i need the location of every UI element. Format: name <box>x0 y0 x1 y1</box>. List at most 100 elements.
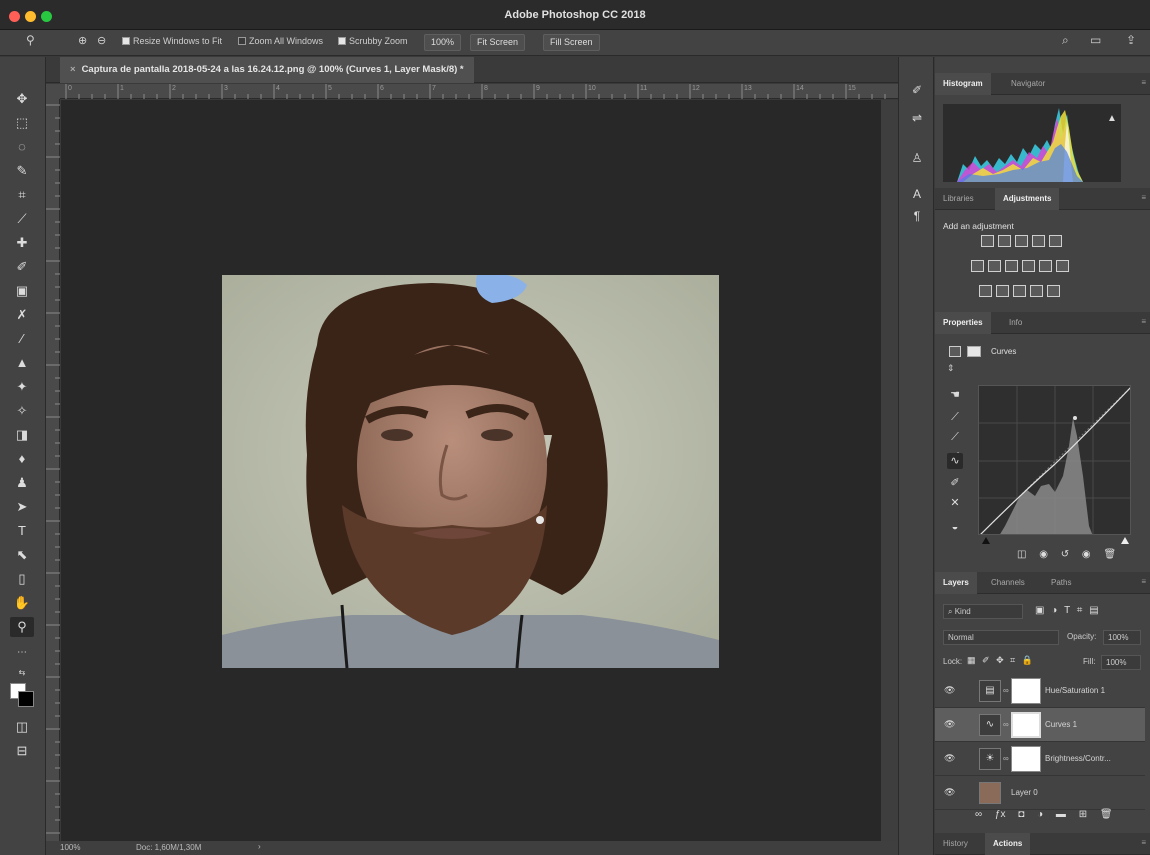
smart-object-filter-icon[interactable]: ▤ <box>1089 605 1098 616</box>
tab-adjustments[interactable]: Adjustments <box>995 188 1060 210</box>
fill-field[interactable]: 100% <box>1101 655 1141 670</box>
tab-paths[interactable]: Paths <box>1043 572 1079 594</box>
layer-style-icon[interactable]: ƒx <box>995 809 1006 820</box>
close-tab-icon[interactable]: × <box>70 64 76 75</box>
layer-mask-thumbnail[interactable] <box>1011 712 1041 738</box>
shape-filter-icon[interactable]: ⌗ <box>1077 605 1083 616</box>
curves-input-slider[interactable] <box>978 535 1133 545</box>
curves-adjustment-icon[interactable] <box>1015 235 1028 247</box>
chain-link-icon[interactable]: ∞ <box>1003 754 1009 763</box>
layer-kind-filter[interactable]: ⌕ Kind <box>943 604 1023 619</box>
resize-windows-checkbox[interactable]: Resize Windows to Fit <box>122 36 222 46</box>
vertical-ruler[interactable] <box>46 99 60 841</box>
eyedropper-tool-icon[interactable]: ⟋ <box>10 209 34 229</box>
marquee-tool-icon[interactable]: ⬚ <box>10 113 34 133</box>
tab-layers[interactable]: Layers <box>935 572 977 594</box>
visibility-eye-icon[interactable]: 👁 <box>944 753 955 764</box>
blur-tool-icon[interactable]: ✦ <box>10 377 34 397</box>
search-icon[interactable]: ⌕ <box>1062 33 1069 48</box>
color-balance-adjustment-icon[interactable] <box>988 260 1001 272</box>
type-filter-icon[interactable]: T <box>1064 605 1070 616</box>
document-canvas[interactable] <box>61 100 881 841</box>
lock-all-icon[interactable]: 🔒 <box>1022 655 1033 665</box>
document-tab[interactable]: × Captura de pantalla 2018-05-24 a las 16… <box>60 57 474 83</box>
visibility-icon[interactable]: ◉ <box>1082 549 1091 560</box>
brightness-contrast-adjustment-icon[interactable] <box>981 235 994 247</box>
lasso-tool-icon[interactable]: ◌ <box>10 137 34 157</box>
zoom-tool-icon[interactable]: ⚲ <box>10 617 34 637</box>
delete-layer-icon[interactable]: 🗑 <box>1100 809 1113 820</box>
selective-color-adjustment-icon[interactable] <box>1047 285 1060 297</box>
clipping-warning-icon[interactable]: ◒ <box>947 519 963 535</box>
target-adjust-icon[interactable]: ☚ <box>947 387 963 403</box>
swap-colors-icon[interactable]: ⇆ <box>10 663 34 683</box>
screen-mode-icon[interactable]: ⊟ <box>10 741 34 761</box>
layer-row-curves[interactable]: 👁 ∿ ∞ Curves 1 <box>935 708 1145 742</box>
history-panel-menu-icon[interactable]: ≡ <box>1141 838 1146 847</box>
hue-saturation-adjustment-icon[interactable] <box>971 260 984 272</box>
tab-histogram[interactable]: Histogram <box>935 73 991 95</box>
levels-adjustment-icon[interactable] <box>998 235 1011 247</box>
zoom-out-icon[interactable]: ⊖ <box>97 34 106 47</box>
add-mask-icon[interactable]: ◘ <box>1018 809 1024 820</box>
tab-actions[interactable]: Actions <box>985 833 1031 855</box>
new-group-icon[interactable]: ▬ <box>1056 809 1066 820</box>
link-layers-icon[interactable]: ∞ <box>975 809 982 820</box>
path-selection-tool-icon[interactable]: ➤ <box>10 497 34 517</box>
direct-selection-tool-icon[interactable]: ⬉ <box>10 545 34 565</box>
clip-to-layer-icon[interactable]: ◫ <box>1017 549 1026 560</box>
layer-row-hue-saturation[interactable]: 👁 ▤ ∞ Hue/Saturation 1 <box>935 674 1145 708</box>
lock-position-icon[interactable]: ✥ <box>996 655 1004 665</box>
threshold-adjustment-icon[interactable] <box>1013 285 1026 297</box>
gradient-map-adjustment-icon[interactable] <box>1030 285 1043 297</box>
brush-settings-icon[interactable]: ⇌ <box>908 109 926 127</box>
curves-graph[interactable] <box>978 385 1131 535</box>
zoom-level[interactable]: 100% <box>60 843 80 852</box>
lock-image-icon[interactable]: ✐ <box>982 655 990 665</box>
status-menu-icon[interactable]: › <box>258 842 261 851</box>
scrubby-zoom-checkbox[interactable]: Scrubby Zoom <box>338 36 408 46</box>
tab-properties[interactable]: Properties <box>935 312 991 334</box>
layers-panel-menu-icon[interactable]: ≡ <box>1141 577 1146 586</box>
horizontal-ruler[interactable]: 0 1 2 3 4 5 6 7 8 9 10 11 12 13 14 15 <box>60 84 898 99</box>
history-brush-tool-icon[interactable]: ✗ <box>10 305 34 325</box>
reset-icon[interactable]: ↺ <box>1061 549 1069 560</box>
smooth-curve-icon[interactable]: ✕ <box>947 495 963 511</box>
brush-tool-icon[interactable]: ✐ <box>10 257 34 277</box>
lock-artboard-icon[interactable]: ⌗ <box>1010 655 1015 665</box>
quick-mask-icon[interactable]: ◫ <box>10 717 34 737</box>
pen-tool-icon[interactable]: ♦ <box>10 449 34 469</box>
lock-transparent-icon[interactable]: ▦ <box>967 655 976 665</box>
layer-mask-thumbnail[interactable] <box>1011 746 1041 772</box>
canvas-scrollbar[interactable] <box>881 100 898 841</box>
dodge-tool-icon[interactable]: ✧ <box>10 401 34 421</box>
healing-brush-tool-icon[interactable]: ✚ <box>10 233 34 253</box>
layer-row-brightness-contrast[interactable]: 👁 ☀ ∞ Brightness/Contr... <box>935 742 1145 776</box>
vibrance-adjustment-icon[interactable] <box>1049 235 1062 247</box>
zoom-in-icon[interactable]: ⊕ <box>78 34 87 47</box>
tab-info[interactable]: Info <box>1001 312 1030 334</box>
move-tool-icon[interactable]: ✥ <box>10 89 34 109</box>
character-panel-icon[interactable]: A <box>908 185 926 203</box>
channel-mixer-adjustment-icon[interactable] <box>1039 260 1052 272</box>
ruler-origin[interactable] <box>46 84 60 99</box>
chain-link-icon[interactable]: ∞ <box>1003 686 1009 695</box>
histogram-warning-icon[interactable]: ▲ <box>1107 113 1117 124</box>
zoom-tool-preset-icon[interactable]: ⚲ <box>26 33 35 47</box>
adjustments-panel-menu-icon[interactable]: ≡ <box>1141 193 1146 202</box>
visibility-eye-icon[interactable]: 👁 <box>944 685 955 696</box>
tab-channels[interactable]: Channels <box>983 572 1033 594</box>
visibility-eye-icon[interactable]: 👁 <box>944 719 955 730</box>
adjustment-filter-icon[interactable]: ◑ <box>1051 605 1057 616</box>
tab-navigator[interactable]: Navigator <box>1003 73 1053 95</box>
layer-mask-thumbnail[interactable] <box>1011 678 1041 704</box>
portrait-photo[interactable] <box>222 275 719 668</box>
chain-link-icon[interactable]: ∞ <box>1003 720 1009 729</box>
paragraph-panel-icon[interactable]: ¶ <box>908 207 926 225</box>
channel-tool-icon[interactable]: ◨ <box>10 425 34 445</box>
exposure-adjustment-icon[interactable] <box>1032 235 1045 247</box>
pixel-filter-icon[interactable]: ▣ <box>1035 605 1044 616</box>
black-white-adjustment-icon[interactable] <box>1005 260 1018 272</box>
opacity-field[interactable]: 100% <box>1103 630 1141 645</box>
document-size-info[interactable]: Doc: 1,60M/1,30M <box>136 843 201 852</box>
